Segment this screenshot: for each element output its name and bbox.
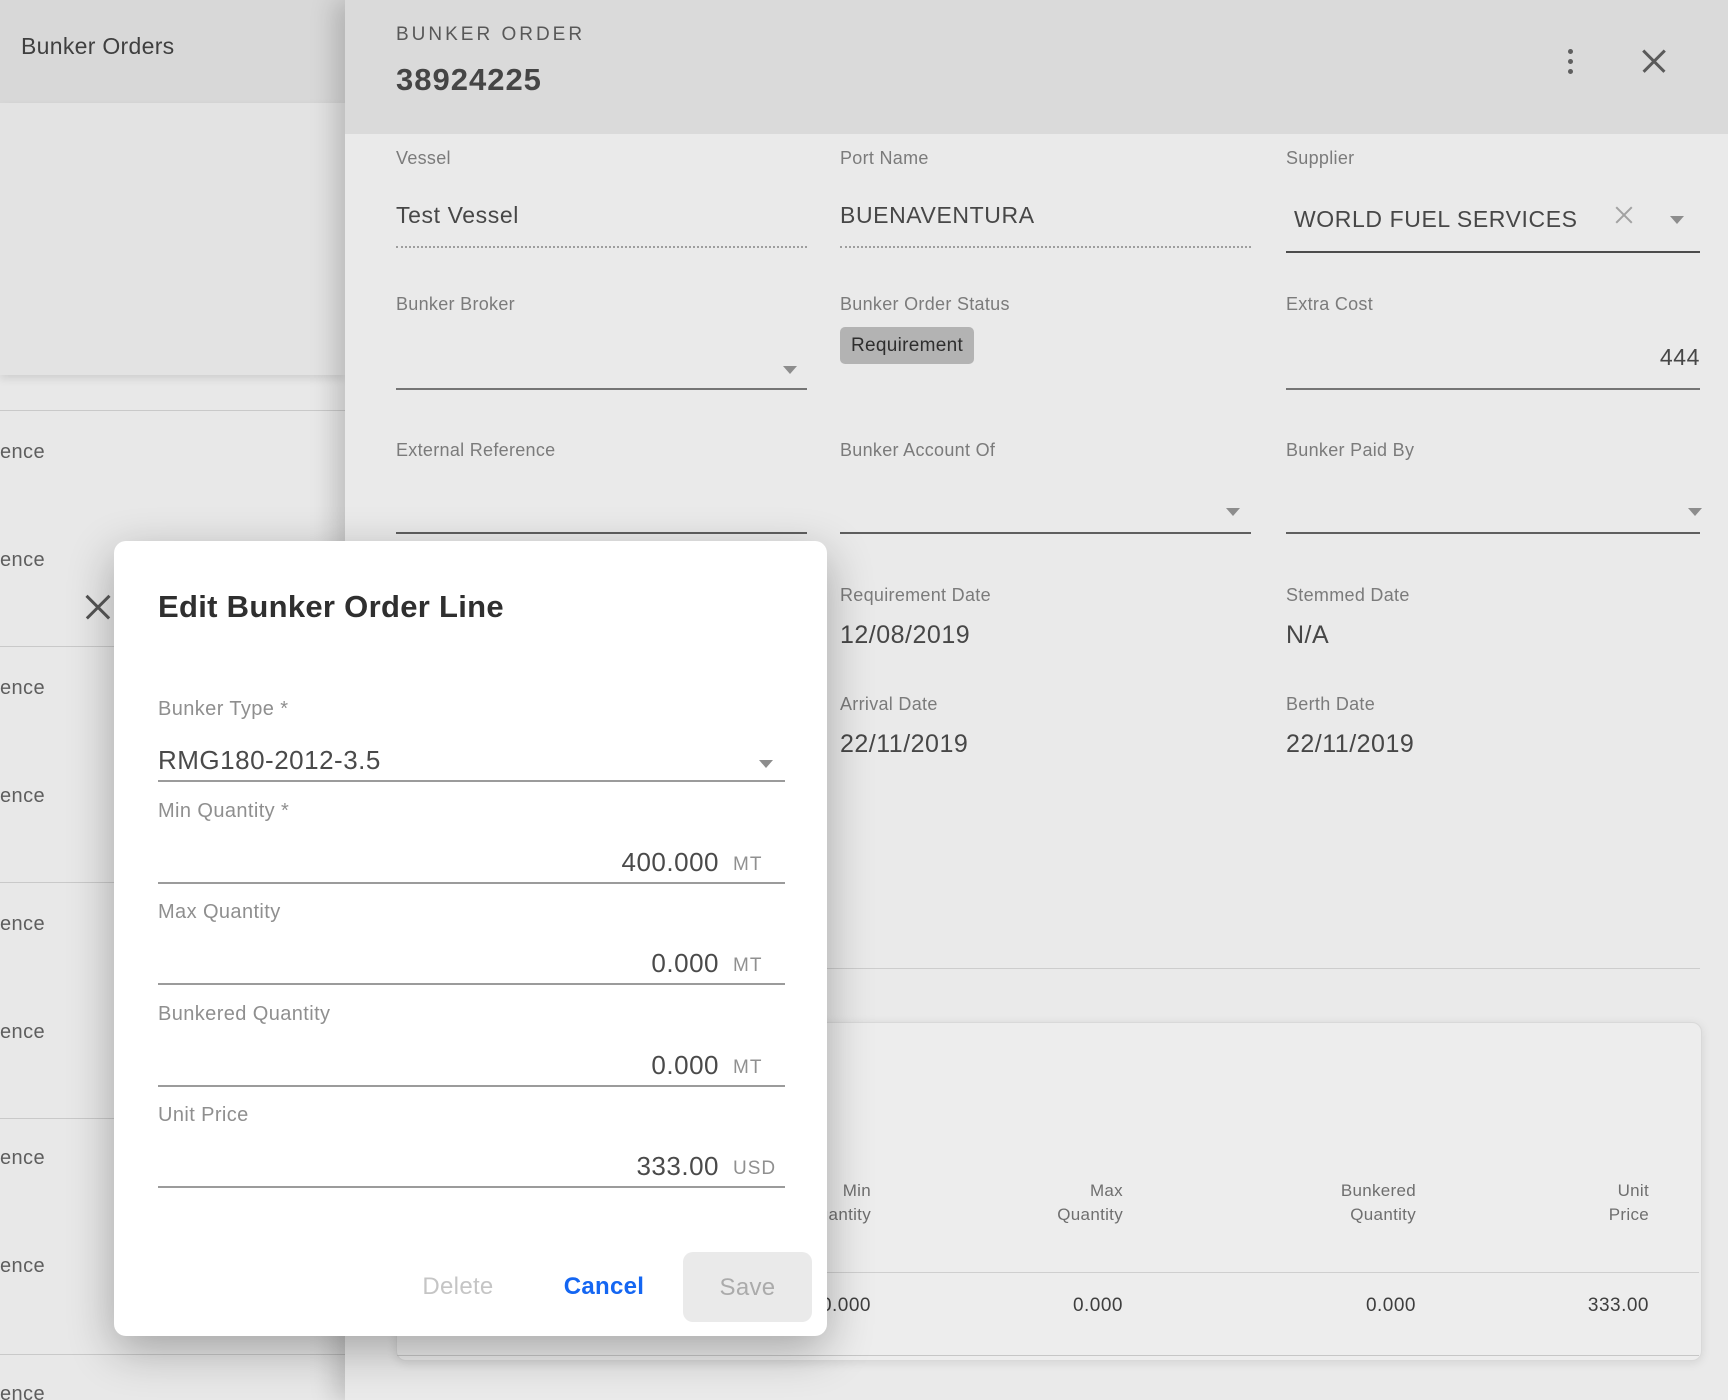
- extra-cost-field[interactable]: 444: [1286, 344, 1700, 371]
- col-header-unit-price: Unit Price: [1479, 1179, 1649, 1227]
- order-status-label: Bunker Order Status: [840, 294, 1010, 315]
- edit-bunker-order-line-modal: Edit Bunker Order Line Bunker Type * RMG…: [114, 541, 827, 1336]
- external-reference-input[interactable]: [396, 532, 807, 534]
- save-button[interactable]: Save: [683, 1252, 812, 1322]
- supplier-dropdown-icon[interactable]: [1670, 216, 1684, 224]
- account-of-underline: [840, 532, 1251, 534]
- truncated-list-text: rence: [0, 1255, 45, 1278]
- max-quantity-input[interactable]: [158, 948, 719, 983]
- unit-price-input[interactable]: [158, 1151, 719, 1186]
- max-quantity-unit: MT: [719, 955, 785, 983]
- table-row-divider: [397, 1355, 1699, 1356]
- col-header-bunkered-quantity: Bunkered Quantity: [1246, 1179, 1416, 1227]
- port-underline: [840, 246, 1251, 248]
- min-quantity-label: Min Quantity *: [158, 800, 289, 823]
- truncated-list-text: rence: [0, 785, 45, 808]
- close-panel-icon[interactable]: [1632, 39, 1676, 83]
- vessel-field[interactable]: Test Vessel: [396, 202, 519, 229]
- bunker-type-select[interactable]: RMG180-2012-3.5: [158, 734, 785, 782]
- truncated-list-text: ence: [0, 1147, 45, 1170]
- line-unit-price[interactable]: 333.00: [1479, 1295, 1649, 1317]
- cancel-button[interactable]: Cancel: [544, 1252, 664, 1322]
- paid-by-dropdown-icon[interactable]: [1688, 508, 1702, 516]
- account-of-label: Bunker Account Of: [840, 440, 995, 461]
- port-name-label: Port Name: [840, 148, 929, 169]
- arrival-date-label: Arrival Date: [840, 694, 938, 715]
- min-quantity-unit: MT: [719, 854, 785, 882]
- orders-list-card: [0, 103, 345, 375]
- truncated-list-text: ence: [0, 441, 45, 464]
- unit-price-label: Unit Price: [158, 1104, 249, 1127]
- max-quantity-label: Max Quantity: [158, 901, 281, 924]
- requirement-date-label: Requirement Date: [840, 585, 991, 606]
- line-bunkered-quantity[interactable]: 0.000: [1246, 1295, 1416, 1317]
- list-divider: [0, 1354, 345, 1355]
- more-options-icon[interactable]: [1548, 39, 1592, 83]
- supplier-field[interactable]: WORLD FUEL SERVICES: [1294, 206, 1578, 233]
- paid-by-underline: [1286, 532, 1700, 534]
- vessel-label: Vessel: [396, 148, 451, 169]
- list-divider: [0, 410, 345, 411]
- unit-price-row: USD: [158, 1140, 785, 1188]
- requirement-date-value: 12/08/2019: [840, 621, 970, 650]
- bunkered-quantity-row: MT: [158, 1039, 785, 1087]
- truncated-list-text: ence: [0, 1383, 45, 1400]
- extra-cost-underline: [1286, 388, 1700, 390]
- berth-date-value: 22/11/2019: [1286, 730, 1414, 759]
- bunker-broker-label: Bunker Broker: [396, 294, 515, 315]
- unit-price-unit: USD: [719, 1158, 785, 1186]
- port-name-field[interactable]: BUENAVENTURA: [840, 202, 1035, 229]
- status-badge: Requirement: [840, 327, 974, 364]
- truncated-list-text: rence: [0, 549, 45, 572]
- truncated-list-text: rence: [0, 1021, 45, 1044]
- bunkered-quantity-input[interactable]: [158, 1050, 719, 1085]
- account-of-dropdown-icon[interactable]: [1226, 508, 1240, 516]
- bunker-type-dropdown-icon[interactable]: [759, 760, 773, 768]
- modal-title: Edit Bunker Order Line: [158, 589, 504, 625]
- broker-dropdown-icon[interactable]: [783, 366, 797, 374]
- external-reference-label: External Reference: [396, 440, 555, 461]
- broker-underline[interactable]: [396, 388, 807, 390]
- berth-date-label: Berth Date: [1286, 694, 1375, 715]
- truncated-list-text: ence: [0, 677, 45, 700]
- panel-title: BUNKER ORDER: [396, 24, 585, 46]
- arrival-date-value: 22/11/2019: [840, 730, 968, 759]
- order-number: 38924225: [396, 62, 542, 98]
- extra-cost-label: Extra Cost: [1286, 294, 1373, 315]
- min-quantity-row: MT: [158, 836, 785, 884]
- line-max-quantity[interactable]: 0.000: [953, 1295, 1123, 1317]
- modal-close-icon[interactable]: [76, 585, 120, 629]
- bunkered-quantity-label: Bunkered Quantity: [158, 1003, 330, 1026]
- supplier-underline: [1286, 251, 1700, 253]
- truncated-list-text: ence: [0, 913, 45, 936]
- supplier-clear-icon[interactable]: [1602, 193, 1646, 237]
- bunkered-quantity-unit: MT: [719, 1057, 785, 1085]
- orders-list-title: Bunker Orders: [21, 33, 174, 60]
- bunker-type-label: Bunker Type *: [158, 698, 288, 721]
- supplier-label: Supplier: [1286, 148, 1354, 169]
- vessel-underline: [396, 246, 807, 248]
- bunker-order-header: BUNKER ORDER 38924225: [345, 0, 1728, 134]
- orders-list-header: Bunker Orders: [0, 0, 345, 103]
- bunker-type-value: RMG180-2012-3.5: [158, 745, 759, 780]
- delete-button[interactable]: Delete: [398, 1252, 518, 1322]
- col-header-max-quantity: Max Quantity: [953, 1179, 1123, 1227]
- paid-by-label: Bunker Paid By: [1286, 440, 1414, 461]
- stemmed-date-label: Stemmed Date: [1286, 585, 1410, 606]
- max-quantity-row: MT: [158, 937, 785, 985]
- min-quantity-input[interactable]: [158, 847, 719, 882]
- stemmed-date-value: N/A: [1286, 621, 1329, 650]
